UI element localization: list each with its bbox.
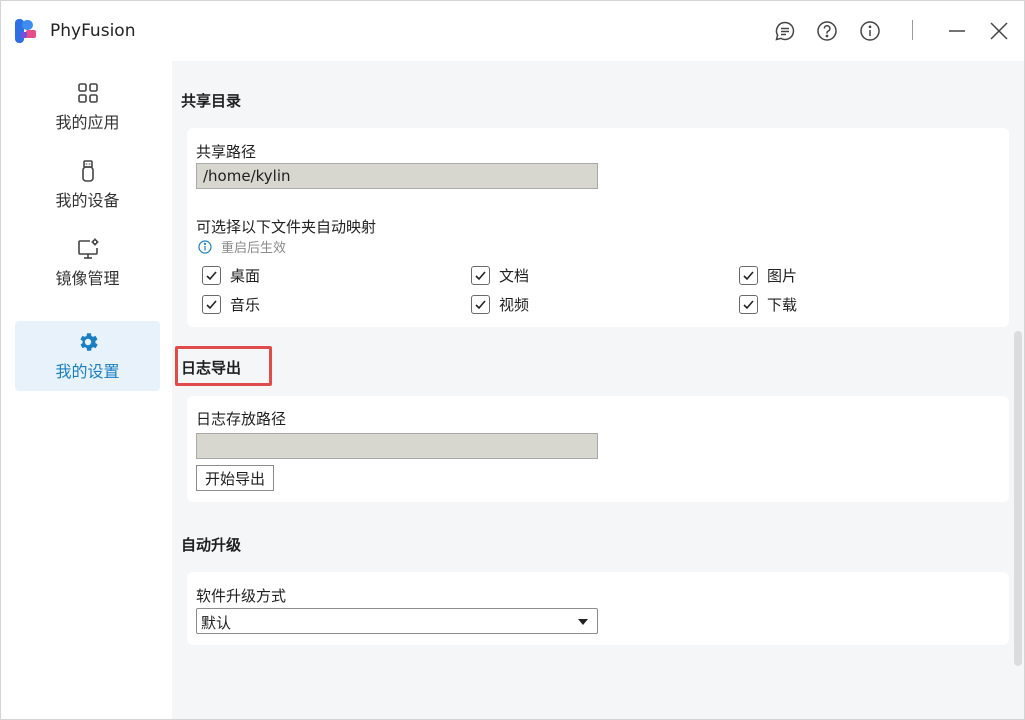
close-button[interactable] [986,18,1012,44]
check-icon [475,271,486,281]
upgrade-method-label: 软件升级方式 [196,587,287,605]
checkbox-box[interactable] [739,295,758,314]
checkbox-box[interactable] [739,266,758,285]
checkbox-box[interactable] [471,266,490,285]
log-card: 日志存放路径 开始导出 [187,396,1009,502]
checkbox-label: 下载 [767,296,798,314]
share-path-label: 共享路径 [196,143,257,161]
log-section-title: 日志导出 [181,359,242,377]
checkbox-label: 图片 [767,267,798,285]
check-icon [743,271,754,281]
nav-label: 镜像管理 [55,269,120,288]
upgrade-section-title: 自动升级 [181,536,242,554]
checkbox-videos[interactable]: 视频 [471,294,529,315]
feedback-button[interactable] [772,18,798,44]
upgrade-method-select[interactable]: 默认 [196,608,598,634]
app-title: PhyFusion [50,21,136,41]
nav-item-my-apps[interactable]: 我的应用 [15,72,160,142]
checkbox-desktop[interactable]: 桌面 [202,265,260,286]
nav-label: 我的设备 [55,191,120,210]
checkbox-box[interactable] [202,266,221,285]
minimize-button[interactable] [944,18,970,44]
scrollbar-thumb[interactable] [1014,331,1022,666]
nav-item-my-devices[interactable]: 我的设备 [15,150,160,220]
dropdown-arrow-icon [578,619,588,625]
check-icon [475,300,486,310]
check-icon [743,300,754,310]
start-export-button[interactable]: 开始导出 [196,465,275,491]
gear-icon [79,333,98,351]
checkbox-label: 文档 [499,267,530,285]
checkbox-label: 视频 [499,296,530,314]
restart-hint-text: 重启后生效 [221,241,287,256]
app-logo-icon [15,19,36,43]
info-icon [860,21,880,41]
close-icon [990,22,1008,40]
share-card: 共享路径 /home/kylin 可选择以下文件夹自动映射 重启后生效 桌面 文… [187,128,1009,327]
titlebar [172,1,1024,61]
help-button[interactable] [814,18,840,44]
titlebar-separator [912,20,913,40]
check-icon [206,271,217,281]
check-icon [206,300,217,310]
nav-item-my-settings[interactable]: 我的设置 [15,321,160,391]
grid-icon [77,83,98,103]
nav-label: 我的设置 [55,362,120,381]
log-path-input[interactable] [196,433,598,459]
feedback-icon [775,21,795,41]
usb-drive-icon [81,160,94,182]
nav-label: 我的应用 [55,113,120,132]
checkbox-downloads[interactable]: 下载 [739,294,797,315]
log-path-label: 日志存放路径 [196,410,287,428]
checkbox-pictures[interactable]: 图片 [739,265,797,286]
main-content: 共享目录 共享路径 /home/kylin 可选择以下文件夹自动映射 重启后生效… [172,1,1024,719]
help-icon [817,21,837,41]
app-window: PhyFusion 我的应用 我的设备 镜像管理 我的设置 共享目录 共享路径 … [0,0,1025,720]
auto-map-label: 可选择以下文件夹自动映射 [196,218,377,236]
nav-item-image-management[interactable]: 镜像管理 [15,228,160,298]
app-brand: PhyFusion [12,15,135,47]
restart-hint: 重启后生效 [198,237,286,256]
upgrade-method-value: 默认 [201,614,232,632]
checkbox-music[interactable]: 音乐 [202,294,260,315]
info-circle-icon [198,239,212,254]
checkbox-label: 音乐 [230,296,261,314]
monitor-settings-icon [77,238,98,259]
share-path-input[interactable]: /home/kylin [196,163,598,189]
info-button[interactable] [857,18,883,44]
share-section-title: 共享目录 [181,92,242,110]
minimize-icon [949,30,965,32]
checkbox-box[interactable] [202,295,221,314]
checkbox-documents[interactable]: 文档 [471,265,529,286]
checkbox-box[interactable] [471,295,490,314]
upgrade-card: 软件升级方式 默认 [187,572,1009,645]
sidebar: PhyFusion 我的应用 我的设备 镜像管理 我的设置 [2,1,172,719]
checkbox-label: 桌面 [230,267,261,285]
